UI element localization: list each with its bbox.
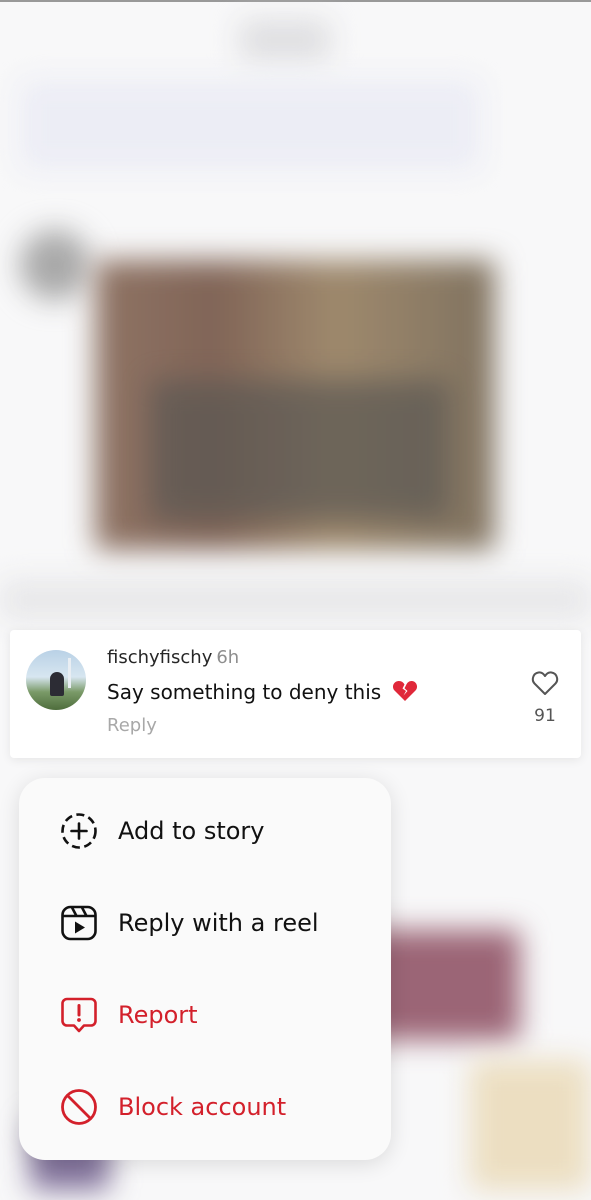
like-count: 91 <box>534 706 556 726</box>
comment-context-menu: Add to story Reply with a reel Report Bl… <box>19 778 391 1160</box>
reel-icon <box>61 905 97 941</box>
report-icon <box>61 997 97 1033</box>
add-to-story-icon <box>61 813 97 849</box>
menu-item-label: Report <box>118 1001 198 1029</box>
username[interactable]: fischyfischy <box>107 647 212 668</box>
comment-text: Say something to deny this <box>107 680 382 704</box>
comment-body: Say something to deny this <box>107 679 418 704</box>
menu-item-block-account[interactable]: Block account <box>19 1061 391 1153</box>
avatar-detail <box>68 658 71 688</box>
menu-item-report[interactable]: Report <box>19 969 391 1061</box>
comment-time: 6h <box>216 647 240 668</box>
avatar[interactable] <box>26 650 86 710</box>
reply-button[interactable]: Reply <box>107 715 157 736</box>
broken-heart-icon <box>392 680 417 701</box>
selected-comment: fischyfischy 6h Say something to deny thi… <box>10 630 581 758</box>
block-icon <box>61 1089 97 1125</box>
menu-item-reply-with-reel[interactable]: Reply with a reel <box>19 877 391 969</box>
comment-header: fischyfischy 6h <box>107 647 239 668</box>
avatar-detail <box>50 672 64 696</box>
heart-icon[interactable] <box>531 670 559 696</box>
menu-item-label: Add to story <box>118 817 265 845</box>
menu-item-add-to-story[interactable]: Add to story <box>19 785 391 877</box>
menu-item-label: Reply with a reel <box>118 909 319 937</box>
menu-item-label: Block account <box>118 1093 287 1121</box>
